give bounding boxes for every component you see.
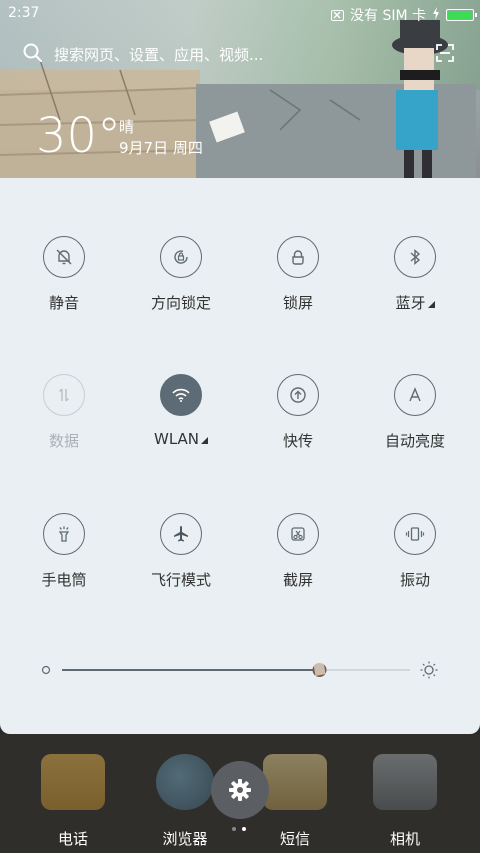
toggle-mute[interactable]: 静音 [4, 236, 124, 313]
globe-icon [156, 754, 214, 810]
dock-app-label: 相机 [389, 830, 420, 848]
page-dot[interactable] [232, 827, 236, 831]
toggle-auto-brightness[interactable]: 自动亮度 [355, 374, 475, 451]
dock-app-camera[interactable]: 相机 [350, 754, 460, 849]
toggle-label: 数据 [48, 432, 79, 450]
bluetooth-icon [394, 236, 436, 278]
gear-icon [229, 779, 251, 801]
toggle-label: 振动 [399, 571, 430, 589]
charging-icon [432, 6, 440, 24]
flashlight-icon [43, 513, 85, 555]
brightness-low-icon [41, 665, 51, 675]
battery-level [448, 11, 471, 19]
screenshot-notice-icon [331, 9, 344, 21]
share-upload-icon [277, 374, 319, 416]
submenu-triangle-icon [427, 301, 435, 308]
toggle-airplane-mode[interactable]: 飞行模式 [121, 513, 241, 590]
toggle-label: 蓝牙 [355, 292, 475, 313]
page-indicator [232, 827, 246, 831]
weather-temperature[interactable]: 30° [36, 108, 121, 164]
toggle-label-text: 蓝牙 [395, 294, 426, 312]
bell-off-icon [43, 236, 85, 278]
toggle-label-text: WLAN [153, 430, 199, 448]
search-bar[interactable]: 搜索网页、设置、应用、视频... [12, 32, 464, 74]
vibrate-icon [394, 513, 436, 555]
airplane-icon [160, 513, 202, 555]
weather-date: 9月7日 周四 [119, 139, 203, 157]
page-dot-current[interactable] [242, 827, 246, 831]
toggle-quick-share[interactable]: 快传 [238, 374, 358, 451]
toggle-bluetooth[interactable]: 蓝牙 [355, 236, 475, 313]
toggle-label: WLAN [121, 430, 241, 448]
brightness-high-icon [420, 661, 438, 679]
status-bar: 2:37 没有 SIM 卡 [0, 0, 480, 28]
envelope-icon [263, 754, 327, 810]
status-right: 没有 SIM 卡 [331, 5, 477, 25]
toggle-label: 自动亮度 [384, 432, 445, 450]
dock-app-label: 浏览器 [162, 830, 208, 848]
status-time: 2:37 [8, 5, 40, 21]
search-icon [23, 43, 43, 63]
toggle-mobile-data[interactable]: 数据 [4, 374, 124, 451]
toggle-label: 截屏 [282, 571, 313, 589]
search-placeholder: 搜索网页、设置、应用、视频... [54, 46, 264, 64]
dock-app-label: 短信 [279, 830, 310, 848]
toggle-lock-screen[interactable]: 锁屏 [238, 236, 358, 313]
toggle-label: 锁屏 [282, 294, 313, 312]
toggle-vibrate[interactable]: 振动 [355, 513, 475, 590]
toggle-label: 手电筒 [41, 571, 87, 589]
toggle-label: 飞行模式 [150, 571, 211, 589]
settings-gear-button[interactable] [211, 761, 269, 819]
brightness-thumb[interactable] [312, 662, 327, 677]
brightness-slider[interactable] [40, 660, 440, 680]
phone-icon [41, 754, 105, 810]
wifi-icon [160, 374, 202, 416]
carrier-label: 没有 SIM 卡 [350, 8, 426, 24]
screenshot-scissors-icon [277, 513, 319, 555]
rotation-lock-icon [160, 236, 202, 278]
toggle-rotation-lock[interactable]: 方向锁定 [121, 236, 241, 313]
toggle-wlan[interactable]: WLAN [121, 374, 241, 448]
toggle-label: 方向锁定 [150, 294, 211, 312]
toggle-label: 静音 [48, 294, 79, 312]
lock-icon [277, 236, 319, 278]
data-arrows-icon [43, 374, 85, 416]
weather-condition: 晴 [119, 118, 135, 136]
submenu-triangle-icon [201, 437, 208, 444]
toggle-label: 快传 [282, 432, 313, 450]
dock-app-label: 电话 [57, 830, 88, 848]
dock-app-phone[interactable]: 电话 [18, 754, 128, 849]
toggle-flashlight[interactable]: 手电筒 [4, 513, 124, 590]
brightness-slider-graphic[interactable] [40, 660, 440, 680]
quick-settings-panel: 静音 方向锁定 锁屏 蓝牙 数据 WLAN 快传 自动亮度 手电筒 飞行模式 截… [0, 178, 480, 734]
scan-icon[interactable] [436, 44, 454, 62]
toggle-screenshot[interactable]: 截屏 [238, 513, 358, 590]
home-dock: 电话 浏览器 短信 相机 [0, 734, 480, 853]
camera-icon [373, 754, 437, 810]
auto-brightness-icon [394, 374, 436, 416]
battery-tip [475, 13, 477, 17]
battery-icon [446, 9, 477, 21]
